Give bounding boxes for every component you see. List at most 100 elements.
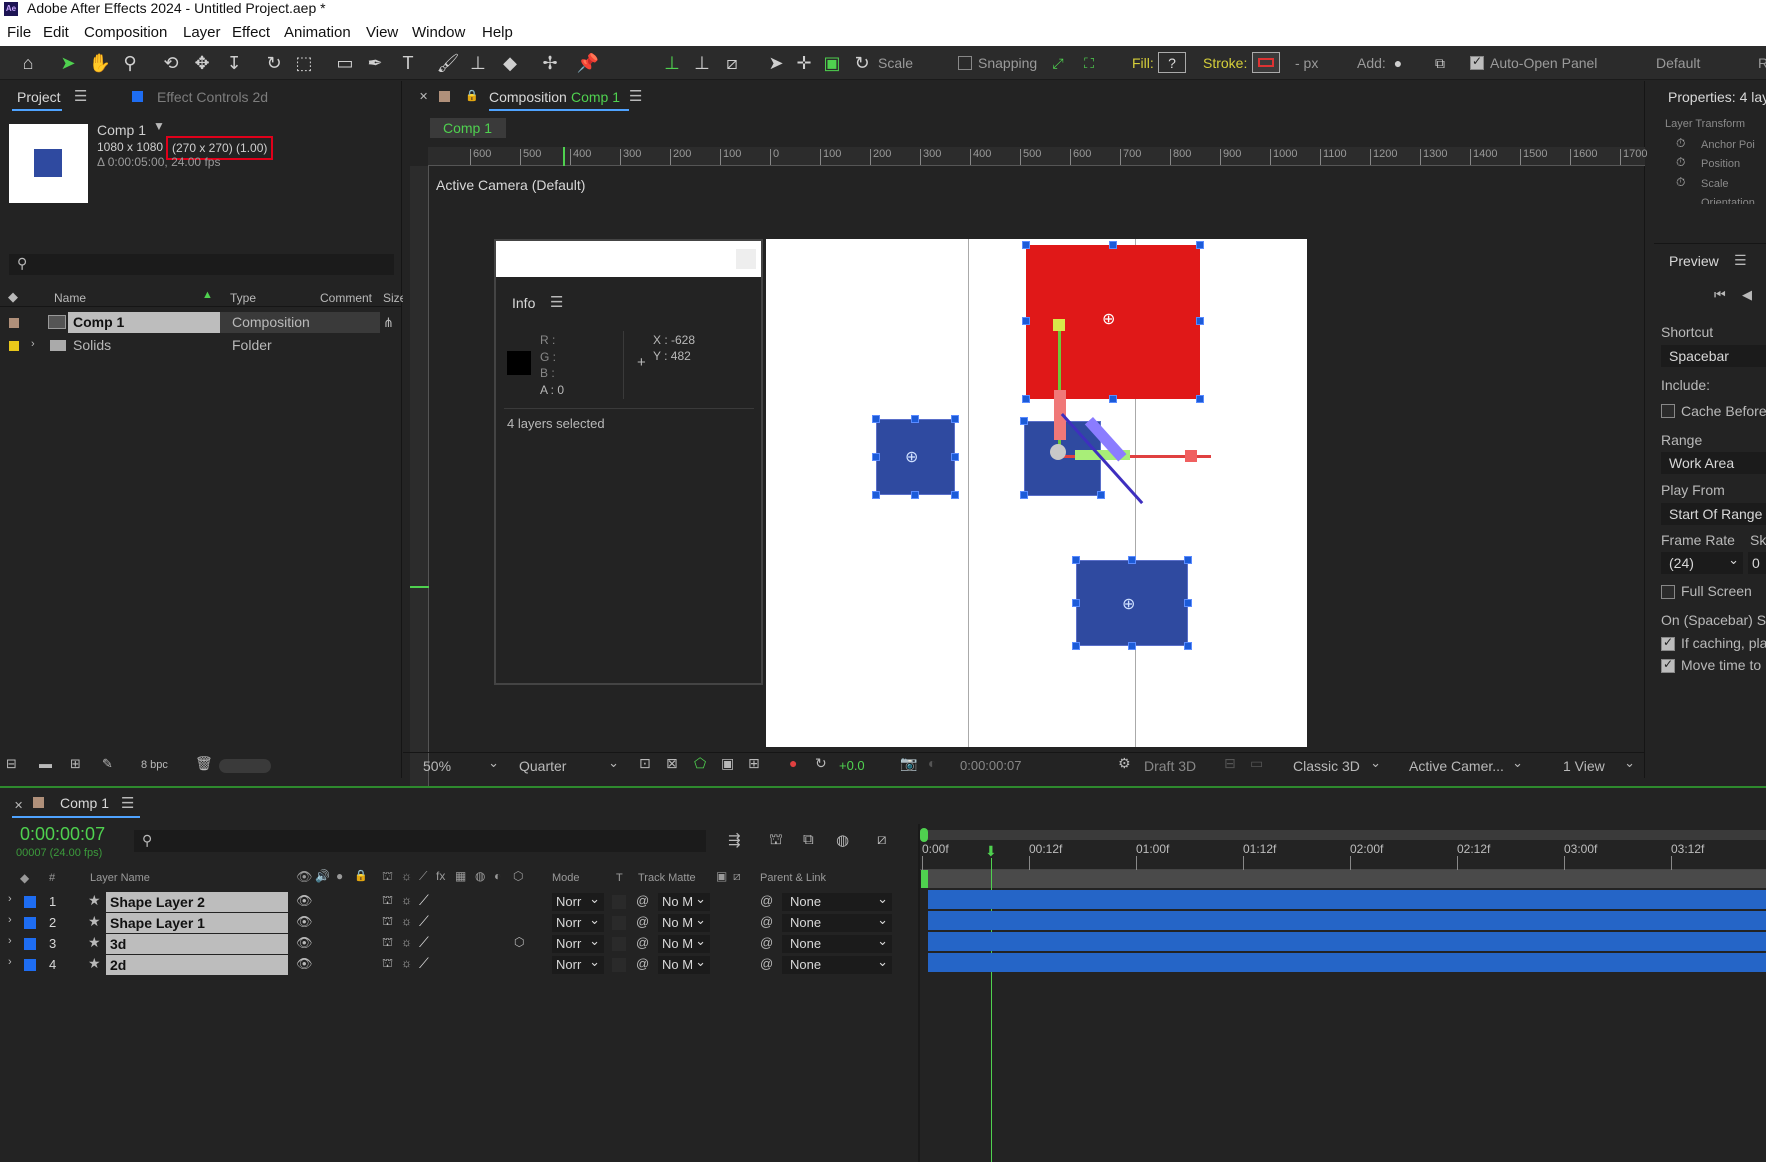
chevron-right-icon[interactable]: › — [31, 338, 35, 350]
tab-project[interactable]: Project — [17, 89, 61, 105]
track-matte-select[interactable]: No M — [658, 935, 710, 953]
full-screen-checkbox[interactable] — [1661, 585, 1675, 599]
handle[interactable] — [1196, 241, 1204, 249]
motion-blur-icon[interactable]: ◍ — [836, 831, 849, 849]
quality-switch-icon[interactable]: ⟋ — [419, 892, 429, 909]
layer-bar[interactable] — [928, 890, 1766, 909]
anchor-point-icon[interactable]: ⊕ — [1122, 594, 1135, 614]
frame-blend-col-icon[interactable]: ▦ — [455, 869, 466, 883]
view-axis-icon[interactable]: ⧄ — [720, 52, 744, 74]
eye-icon[interactable]: 👁 — [296, 869, 313, 885]
project-settings-icon[interactable]: ✎ — [102, 756, 113, 772]
quality-switch-icon[interactable]: ⟋ — [419, 934, 429, 951]
brush-tool-icon[interactable]: 🖌 — [436, 52, 460, 74]
mode-select[interactable]: Norr — [552, 953, 604, 974]
track-matte-select[interactable]: No M — [658, 956, 710, 974]
menu-icon[interactable]: ☰ — [74, 87, 87, 105]
label-tag-icon[interactable]: ◆ — [8, 289, 18, 305]
clone-stamp-icon[interactable]: ⊥ — [466, 52, 490, 74]
track-matte-select[interactable]: No M — [658, 914, 710, 932]
handle[interactable] — [872, 453, 880, 461]
navigator-start-handle[interactable] — [920, 828, 928, 842]
label-color[interactable] — [9, 341, 19, 351]
collapse-switch-icon[interactable]: ☼ — [401, 935, 412, 949]
stroke-swatch[interactable] — [1252, 52, 1280, 73]
view-layout-select[interactable]: 1 View — [1557, 753, 1639, 776]
chevron-down-icon[interactable]: ▼ — [153, 119, 165, 133]
info-title[interactable]: Info — [512, 295, 535, 311]
comp-tab-prefix[interactable]: Composition — [489, 89, 567, 105]
menu-animation[interactable]: Animation — [284, 24, 351, 41]
move-tool-icon[interactable]: ➤ — [764, 52, 788, 74]
scale-gizmo-icon[interactable]: ▣ — [820, 52, 844, 74]
audio-icon[interactable]: 🔊 — [315, 869, 330, 883]
menu-icon[interactable]: ☰ — [121, 794, 134, 812]
eye-icon[interactable]: 👁 — [296, 935, 313, 951]
time-navigator[interactable] — [920, 830, 1766, 840]
eraser-tool-icon[interactable]: ◆ — [498, 52, 522, 74]
time-ruler[interactable]: 0:00f 00:12f 01:00f 01:12f 02:00f 02:12f 03:00… — [920, 842, 1766, 870]
gizmo-y-handle[interactable] — [1053, 319, 1065, 331]
type-tool-icon[interactable]: T — [396, 52, 420, 74]
draft-3d-label[interactable]: Draft 3D — [1144, 758, 1196, 774]
timeline-divider[interactable] — [918, 824, 920, 1162]
pick-whip-icon[interactable]: @ — [760, 914, 773, 929]
layer-bar[interactable] — [928, 932, 1766, 951]
thumbnail-slider[interactable] — [219, 759, 271, 773]
menu-icon[interactable]: ☰ — [550, 293, 563, 311]
parent-select[interactable]: None — [782, 953, 892, 974]
timeline-tab[interactable]: Comp 1 — [60, 795, 109, 811]
handle[interactable] — [1196, 395, 1204, 403]
previous-frame-icon[interactable]: ◀ — [1742, 287, 1752, 303]
spiral-icon[interactable]: @ — [636, 893, 649, 908]
shy-switch-icon[interactable]: ⛫ — [382, 956, 393, 972]
layer-name[interactable]: 3d — [106, 934, 288, 954]
eye-icon[interactable]: 👁 — [296, 893, 313, 909]
preserve-transparency-box[interactable] — [612, 958, 626, 972]
handle[interactable] — [911, 415, 919, 423]
motion-blur-col-icon[interactable]: ◍ — [475, 869, 485, 883]
move-time-checkbox[interactable] — [1661, 657, 1675, 673]
snapshot-icon[interactable]: 📷 — [900, 755, 917, 772]
menu-edit[interactable]: Edit — [43, 24, 69, 41]
quality-switch-icon[interactable]: ⟋ — [419, 955, 429, 972]
comp-subtab[interactable]: Comp 1 — [430, 118, 507, 138]
gizmo-x-handle[interactable] — [1185, 450, 1197, 462]
add-property-icon[interactable]: ● — [1386, 52, 1410, 74]
menu-help[interactable]: Help — [482, 24, 513, 41]
roto-brush-icon[interactable]: ✢ — [538, 52, 562, 74]
show-snapshot-icon[interactable]: ◐ — [928, 755, 936, 771]
col-layer-name[interactable]: Layer Name — [90, 872, 150, 884]
channel-icon[interactable]: ● — [789, 755, 797, 771]
parent-select[interactable]: None — [782, 932, 892, 953]
handle[interactable] — [1020, 417, 1028, 425]
handle[interactable] — [1184, 556, 1192, 564]
quality-switch-icon[interactable]: ⟋ — [419, 913, 429, 930]
comp-mini-flowchart-icon[interactable]: ⇶ — [728, 831, 741, 849]
fill-swatch[interactable]: ? — [1158, 52, 1186, 73]
menu-file[interactable]: File — [7, 24, 31, 41]
mode-select[interactable]: Norr — [552, 911, 604, 932]
pan-camera-icon[interactable]: ✥ — [190, 52, 214, 74]
handle[interactable] — [1072, 642, 1080, 650]
handle[interactable] — [1072, 556, 1080, 564]
preserve-transparency-box[interactable] — [612, 895, 626, 909]
layer-name[interactable]: 2d — [106, 955, 288, 975]
project-item[interactable]: Comp 1 Composition ⋔ — [0, 312, 402, 334]
handle[interactable] — [1020, 491, 1028, 499]
graph-editor-icon[interactable]: ⧄ — [877, 831, 887, 848]
transparency-grid-icon[interactable]: ⊠ — [666, 755, 678, 772]
snap-edges-icon[interactable]: ⤢ — [1046, 52, 1070, 74]
spiral-icon[interactable]: @ — [636, 914, 649, 929]
handle[interactable] — [1072, 599, 1080, 607]
layer-row[interactable]: › 3 ★ 3d 👁 ⛫ ☼ ⟋ ⬡ Norr @ No M @ None — [0, 932, 920, 954]
workspace-next[interactable]: R — [1758, 55, 1766, 71]
col-mode[interactable]: Mode — [552, 872, 580, 884]
handle[interactable] — [911, 491, 919, 499]
chevron-right-icon[interactable]: › — [8, 956, 12, 968]
collapse-switch-icon[interactable]: ☼ — [401, 893, 412, 907]
col-comment[interactable]: Comment — [320, 291, 372, 305]
extended-viewer-icon[interactable]: ▭ — [1250, 755, 1263, 772]
3d-ground-icon[interactable]: ⊟ — [1224, 755, 1236, 772]
adjustment-col-icon[interactable]: ◐ — [494, 869, 501, 883]
